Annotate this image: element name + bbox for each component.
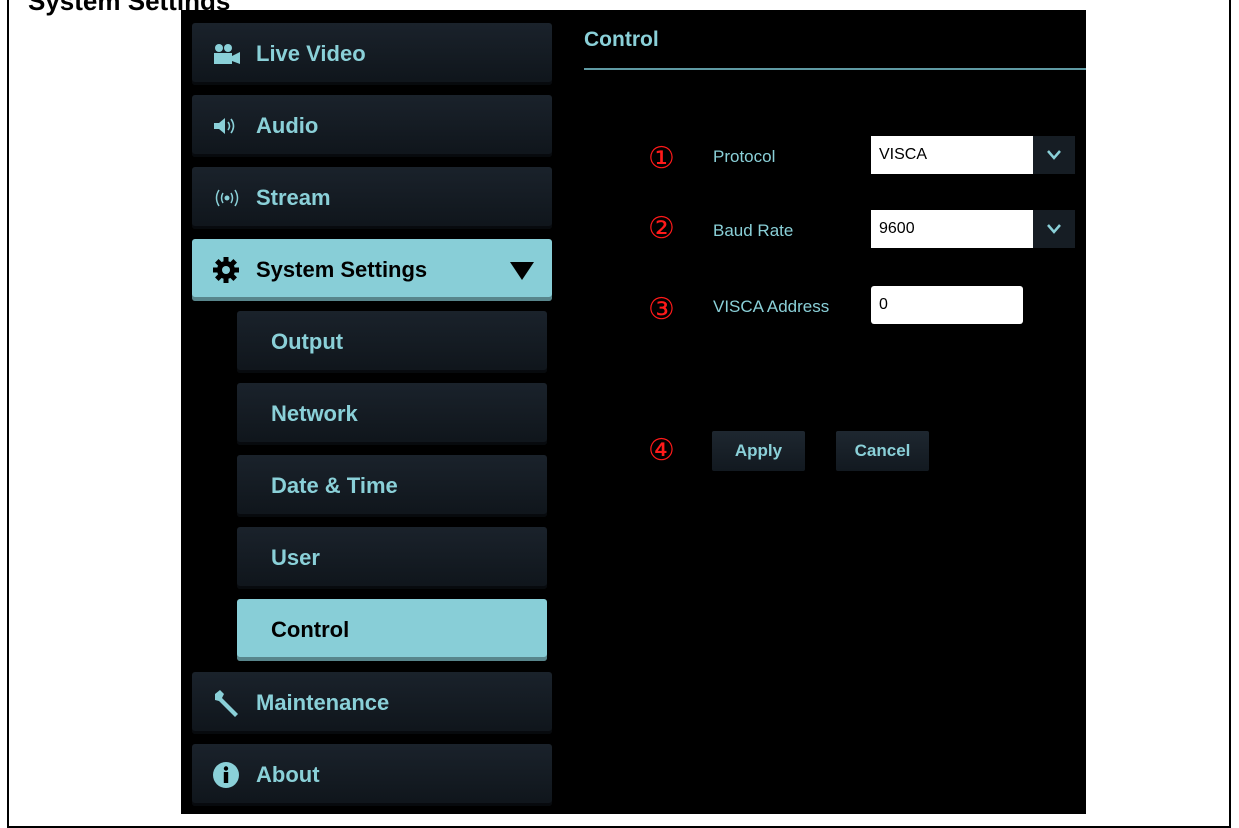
sidebar-subitem-label: Output [271, 329, 344, 354]
sidebar-subitem-label: Control [271, 617, 350, 642]
sidebar-subitem-user[interactable]: User [237, 527, 547, 589]
speaker-icon [212, 115, 248, 137]
baud-rate-label: Baud Rate [713, 221, 794, 240]
sidebar-item-label: Stream [256, 185, 331, 210]
protocol-select[interactable]: VISCA [871, 136, 1075, 174]
sidebar-subitem-label: User [271, 545, 320, 570]
sidebar-subitem-label: Date & Time [271, 473, 398, 498]
sidebar-subitem-output[interactable]: Output [237, 311, 547, 373]
baud-rate-value: 9600 [879, 220, 915, 237]
sidebar-item-audio[interactable]: Audio [192, 95, 552, 157]
sidebar-item-maintenance[interactable]: Maintenance [192, 672, 552, 734]
sidebar-item-label: Live Video [256, 41, 366, 66]
visca-address-label: VISCA Address [713, 297, 830, 316]
annotation-marker-2: ② [648, 211, 675, 246]
annotation-marker-1: ① [648, 141, 675, 176]
baud-rate-select[interactable]: 9600 [871, 210, 1075, 248]
sidebar-subitem-control[interactable]: Control [237, 599, 547, 661]
sidebar-subitem-date-time[interactable]: Date & Time [237, 455, 547, 517]
caret-down-icon [510, 260, 534, 286]
wrench-icon [212, 688, 248, 718]
apply-button[interactable]: Apply [712, 431, 805, 471]
cancel-button[interactable]: Cancel [836, 431, 929, 471]
sidebar-subitem-label: Network [271, 401, 358, 426]
sidebar-item-stream[interactable]: Stream [192, 167, 552, 229]
sidebar-item-label: About [256, 762, 320, 787]
page-title: Control [584, 28, 659, 51]
sidebar: Live Video Audio Stream System Settings … [181, 10, 555, 814]
chevron-down-icon[interactable] [1033, 210, 1075, 248]
sidebar-item-label: Audio [256, 113, 319, 138]
video-camera-icon [212, 43, 248, 65]
protocol-label: Protocol [713, 147, 776, 166]
sidebar-item-live-video[interactable]: Live Video [192, 23, 552, 85]
broadcast-icon [212, 187, 248, 209]
chevron-down-icon[interactable] [1033, 136, 1075, 174]
sidebar-item-label: Maintenance [256, 690, 390, 715]
gear-icon [212, 256, 248, 284]
sidebar-item-label: System Settings [256, 257, 428, 282]
main-content: Control ① Protocol VISCA ② Baud Rate 960… [555, 10, 1086, 814]
protocol-value: VISCA [879, 146, 928, 163]
app-window: Live Video Audio Stream System Settings … [181, 10, 1086, 814]
info-icon [212, 761, 248, 789]
visca-address-input[interactable] [871, 286, 1023, 324]
title-divider [584, 68, 1086, 70]
annotation-marker-3: ③ [648, 292, 675, 327]
annotation-marker-4: ④ [648, 433, 675, 468]
sidebar-item-about[interactable]: About [192, 744, 552, 806]
sidebar-item-system-settings[interactable]: System Settings [192, 239, 552, 301]
sidebar-subitem-network[interactable]: Network [237, 383, 547, 445]
